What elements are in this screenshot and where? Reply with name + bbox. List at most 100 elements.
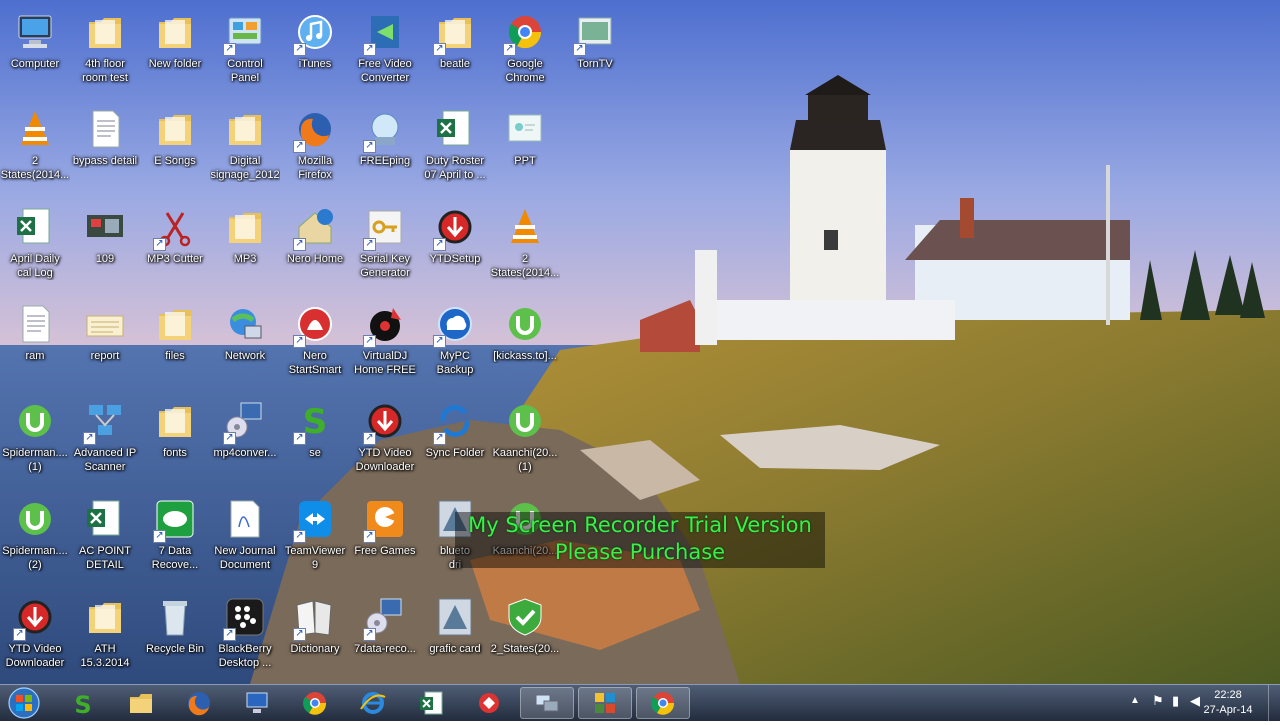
start-button[interactable] — [4, 686, 44, 720]
desktop-icon[interactable]: ↗ YTD Video Downloader — [350, 393, 420, 489]
desktop[interactable]: Computer 4th floor room test New folder ↗ Co… — [0, 0, 1280, 684]
folder-icon — [153, 10, 197, 54]
desktop-icon-label: Mozilla Firefox — [297, 155, 333, 181]
desktop-icon-label: New folder — [148, 58, 202, 70]
taskbar-s[interactable]: S — [56, 687, 110, 719]
taskbar-switcher[interactable] — [578, 687, 632, 719]
desktop-icon[interactable]: 2 States(2014... — [490, 199, 560, 295]
clock[interactable]: 22:28 27-Apr-14 — [1196, 688, 1260, 718]
desktop-icon[interactable]: ↗ FREEping — [350, 101, 420, 197]
taskbar-app[interactable] — [462, 687, 516, 719]
tray-arrow-icon[interactable]: ▲ — [1130, 695, 1140, 706]
desktop-icon[interactable]: April Daily cal Log — [0, 199, 70, 295]
data-recovery-icon: ↗ — [153, 497, 197, 543]
desktop-icon[interactable]: ↗ Nero Home — [280, 199, 350, 295]
desktop-icon[interactable]: Duty Roster 07 April to ... — [420, 101, 490, 197]
desktop-icon[interactable]: 109 — [70, 199, 140, 295]
desktop-icon[interactable]: Recycle Bin — [140, 589, 210, 684]
desktop-icon[interactable]: grafic card — [420, 589, 490, 684]
desktop-icon[interactable]: PPT — [490, 101, 560, 197]
desktop-icon[interactable]: ↗ Google Chrome — [490, 4, 560, 100]
desktop-icon[interactable]: ↗ BlackBerry Desktop ... — [210, 589, 280, 684]
desktop-icon[interactable]: New folder — [140, 4, 210, 100]
vlc-icon — [13, 107, 57, 151]
desktop-icon[interactable]: ↗ 7data-reco... — [350, 589, 420, 684]
desktop-icon[interactable]: files — [140, 296, 210, 392]
taskbar-remote[interactable] — [230, 687, 284, 719]
desktop-icon[interactable]: ↗ Control Panel — [210, 4, 280, 100]
desktop-icon[interactable]: ↗ TeamViewer 9 — [280, 491, 350, 587]
svg-text:S: S — [303, 402, 328, 442]
desktop-icon[interactable]: ↗ 7 Data Recove... — [140, 491, 210, 587]
virtualdj-icon: ↗ — [363, 302, 407, 348]
taskbar-excel[interactable] — [404, 687, 458, 719]
desktop-icon[interactable]: ↗ iTunes — [280, 4, 350, 100]
taskbar-chrome-active[interactable] — [636, 687, 690, 719]
desktop-icon[interactable]: ↗ Dictionary — [280, 589, 350, 684]
desktop-icon[interactable]: ↗ Mozilla Firefox — [280, 101, 350, 197]
control-panel-icon: ↗ — [223, 10, 267, 56]
desktop-icon[interactable]: report — [70, 296, 140, 392]
desktop-icon[interactable]: ↗ Free Video Converter — [350, 4, 420, 100]
desktop-icon-label: Free Games — [354, 545, 416, 557]
desktop-icon[interactable]: ↗ Nero StartSmart — [280, 296, 350, 392]
desktop-icon[interactable]: ↗ MyPC Backup — [420, 296, 490, 392]
desktop-icon[interactable]: Digital signage_2012 — [210, 101, 280, 197]
desktop-icon[interactable]: Spiderman.... (2) — [0, 491, 70, 587]
desktop-icon[interactable]: ↗ mp4conver... — [210, 393, 280, 489]
desktop-icon[interactable]: fonts — [140, 393, 210, 489]
vlc-icon — [503, 205, 547, 249]
clock-time: 22:28 — [1214, 689, 1242, 701]
tray-flag-icon[interactable]: ⚑ — [1152, 693, 1164, 709]
taskbar-network[interactable] — [520, 687, 574, 719]
taskbar-explorer[interactable] — [114, 687, 168, 719]
excel-icon — [83, 497, 127, 541]
desktop-icon[interactable]: ATH 15.3.2014 — [70, 589, 140, 684]
desktop-icon-label: VirtualDJ Home FREE — [354, 350, 416, 376]
taskbar-firefox[interactable] — [172, 687, 226, 719]
desktop-icon[interactable]: New Journal Document — [210, 491, 280, 587]
desktop-icon[interactable]: ↗ YTDSetup — [420, 199, 490, 295]
desktop-icon[interactable]: Kaanchi(20... (1) — [490, 393, 560, 489]
shortcut-arrow-icon: ↗ — [293, 432, 306, 445]
utorrent-icon — [13, 497, 57, 541]
desktop-icon-label: MP3 Cutter — [147, 253, 203, 265]
shield-check-icon — [503, 595, 547, 639]
remote-desktop-icon — [246, 692, 268, 713]
desktop-icon[interactable]: bypass detail — [70, 101, 140, 197]
desktop-icon[interactable]: [kickass.to]... — [490, 296, 560, 392]
shortcut-arrow-icon: ↗ — [293, 140, 306, 153]
desktop-icon[interactable]: ↗ VirtualDJ Home FREE — [350, 296, 420, 392]
desktop-icon[interactable]: 2_States(20... — [490, 589, 560, 684]
tray-signal-icon[interactable]: ▮ — [1172, 693, 1179, 709]
desktop-icon[interactable]: Spiderman.... (1) — [0, 393, 70, 489]
desktop-icon[interactable]: E Songs — [140, 101, 210, 197]
desktop-icon[interactable]: 4th floor room test — [70, 4, 140, 100]
desktop-icon[interactable]: ↗ MP3 Cutter — [140, 199, 210, 295]
desktop-icon[interactable]: ↗ Advanced IP Scanner — [70, 393, 140, 489]
desktop-icon[interactable]: Computer — [0, 4, 70, 100]
taskbar-chrome[interactable] — [288, 687, 342, 719]
ppt-icon — [503, 107, 547, 151]
image-icon — [83, 205, 127, 249]
desktop-icon[interactable]: ↗ Sync Folder — [420, 393, 490, 489]
desktop-icon-label: BlackBerry Desktop ... — [218, 643, 272, 669]
document-icon — [83, 107, 127, 151]
desktop-icon[interactable]: Network — [210, 296, 280, 392]
show-desktop-button[interactable] — [1268, 685, 1280, 721]
desktop-icon[interactable]: S ↗ se — [280, 393, 350, 489]
shortcut-arrow-icon: ↗ — [433, 43, 446, 56]
desktop-icon[interactable]: ↗ YTD Video Downloader — [0, 589, 70, 684]
shortcut-arrow-icon: ↗ — [293, 335, 306, 348]
desktop-icon[interactable]: ram — [0, 296, 70, 392]
desktop-icon[interactable]: ↗ Free Games — [350, 491, 420, 587]
desktop-icon[interactable]: ↗ Serial Key Generator — [350, 199, 420, 295]
desktop-icon-label: Recycle Bin — [145, 643, 205, 655]
desktop-icon[interactable]: AC POINT DETAIL — [70, 491, 140, 587]
desktop-icon[interactable]: MP3 — [210, 199, 280, 295]
desktop-icon[interactable]: ↗ TornTV — [560, 4, 630, 100]
desktop-icon[interactable]: 2 States(2014... — [0, 101, 70, 197]
shortcut-arrow-icon: ↗ — [223, 43, 236, 56]
taskbar-ie[interactable] — [346, 687, 400, 719]
desktop-icon[interactable]: ↗ beatle — [420, 4, 490, 100]
